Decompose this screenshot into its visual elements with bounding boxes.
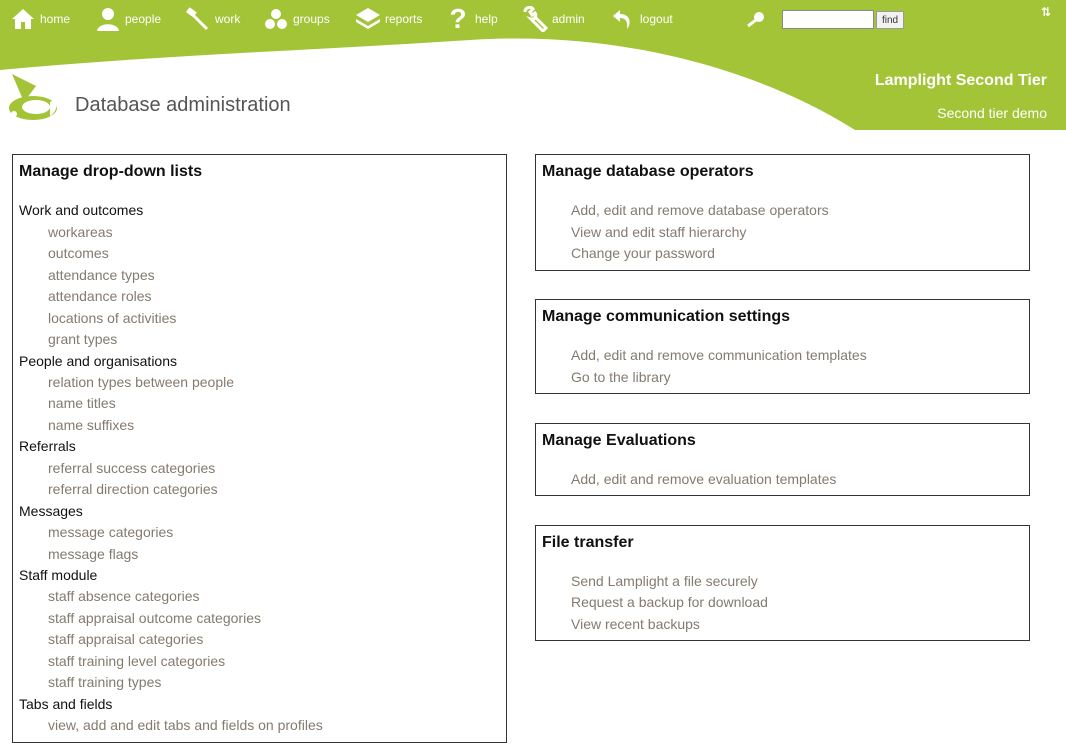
link-attendance-roles[interactable]: attendance roles: [48, 288, 152, 304]
link-locations-of-activities[interactable]: locations of activities: [48, 310, 176, 326]
hammer-icon: [185, 5, 211, 33]
nav-groups-label: groups: [293, 12, 330, 26]
reports-icon: [355, 5, 381, 33]
panel-title: Manage database operators: [542, 163, 754, 180]
link-communication-templates[interactable]: Add, edit and remove communication templ…: [571, 347, 867, 363]
link-name-titles[interactable]: name titles: [48, 395, 116, 411]
panel-title: Manage communication settings: [542, 308, 791, 325]
nav-logout[interactable]: logout: [610, 2, 673, 36]
link-staff-appraisal[interactable]: staff appraisal categories: [48, 631, 203, 647]
groups-icon: [263, 5, 289, 33]
nav-reports-label: reports: [385, 12, 423, 26]
nav-groups[interactable]: groups: [263, 2, 330, 36]
link-staff-training-level[interactable]: staff training level categories: [48, 653, 225, 669]
nav-people[interactable]: people: [95, 2, 161, 36]
nav-help[interactable]: ? help: [445, 2, 498, 36]
link-staff-hierarchy[interactable]: View and edit staff hierarchy: [571, 224, 746, 240]
main-nav: home people work groups reports ? help a…: [0, 0, 1066, 40]
person-icon: [95, 5, 121, 33]
sort-toggle-icon[interactable]: ⇅: [1041, 5, 1057, 21]
link-referral-direction[interactable]: referral direction categories: [48, 481, 218, 497]
wrench-icon: [522, 5, 548, 33]
link-recent-backups[interactable]: View recent backups: [571, 616, 700, 632]
nav-people-label: people: [125, 12, 162, 26]
group-staff-module: Staff module: [19, 567, 98, 583]
link-tabs-and-fields[interactable]: view, add and edit tabs and fields on pr…: [48, 717, 323, 733]
nav-admin-label: admin: [552, 12, 585, 26]
link-referral-success[interactable]: referral success categories: [48, 460, 215, 476]
header: home people work groups reports ? help a…: [0, 0, 1066, 132]
link-staff-absence[interactable]: staff absence categories: [48, 588, 200, 604]
link-relation-types[interactable]: relation types between people: [48, 374, 234, 390]
undo-arrow-icon: [610, 5, 636, 33]
org-name: Lamplight Second Tier: [874, 72, 1047, 89]
file-transfer-panel: File transfer Send Lamplight a file secu…: [535, 525, 1030, 641]
operators-panel: Manage database operators Add, edit and …: [535, 154, 1030, 271]
link-manage-operators[interactable]: Add, edit and remove database operators: [571, 202, 829, 218]
group-messages: Messages: [19, 503, 83, 519]
group-people-and-organisations: People and organisations: [19, 353, 178, 369]
nav-admin[interactable]: admin: [522, 2, 585, 36]
nav-home-label: home: [40, 12, 71, 26]
link-library[interactable]: Go to the library: [571, 369, 671, 385]
link-staff-training-types[interactable]: staff training types: [48, 674, 161, 690]
link-send-file[interactable]: Send Lamplight a file securely: [571, 573, 758, 589]
question-icon: ?: [449, 3, 467, 34]
page-title: Database administration: [75, 94, 291, 116]
group-work-and-outcomes: Work and outcomes: [19, 202, 144, 218]
link-message-flags[interactable]: message flags: [48, 546, 138, 562]
find-button[interactable]: find: [876, 11, 904, 29]
panel-title: Manage Evaluations: [542, 432, 696, 449]
link-staff-appraisal-outcome[interactable]: staff appraisal outcome categories: [48, 610, 261, 626]
nav-work[interactable]: work: [185, 2, 240, 36]
link-attendance-types[interactable]: attendance types: [48, 267, 155, 283]
nav-work-label: work: [215, 12, 241, 26]
lamplight-logo: [6, 72, 60, 122]
link-request-backup[interactable]: Request a backup for download: [571, 594, 768, 610]
org-subtitle: Second tier demo: [937, 105, 1047, 121]
link-change-password[interactable]: Change your password: [571, 245, 715, 261]
link-outcomes[interactable]: outcomes: [48, 245, 109, 261]
evaluations-panel: Manage Evaluations Add, edit and remove …: [535, 423, 1030, 496]
nav-logout-label: logout: [640, 12, 673, 26]
link-evaluation-templates[interactable]: Add, edit and remove evaluation template…: [571, 471, 836, 487]
nav-home[interactable]: home: [10, 2, 70, 36]
panel-title: Manage drop-down lists: [19, 163, 203, 180]
dropdown-lists-panel: Manage drop-down lists Work and outcomes…: [12, 154, 507, 743]
link-name-suffixes[interactable]: name suffixes: [48, 417, 134, 433]
link-message-categories[interactable]: message categories: [48, 524, 173, 540]
communication-panel: Manage communication settings Add, edit …: [535, 299, 1030, 394]
link-grant-types[interactable]: grant types: [48, 331, 117, 347]
magnifier-icon: [745, 10, 767, 28]
house-icon: [10, 5, 36, 33]
link-workareas[interactable]: workareas: [48, 224, 113, 240]
panel-title: File transfer: [542, 534, 634, 551]
nav-help-label: help: [475, 12, 498, 26]
search-input[interactable]: [782, 10, 874, 29]
nav-reports[interactable]: reports: [355, 2, 422, 36]
group-referrals: Referrals: [19, 438, 76, 454]
group-tabs-and-fields: Tabs and fields: [19, 696, 113, 712]
